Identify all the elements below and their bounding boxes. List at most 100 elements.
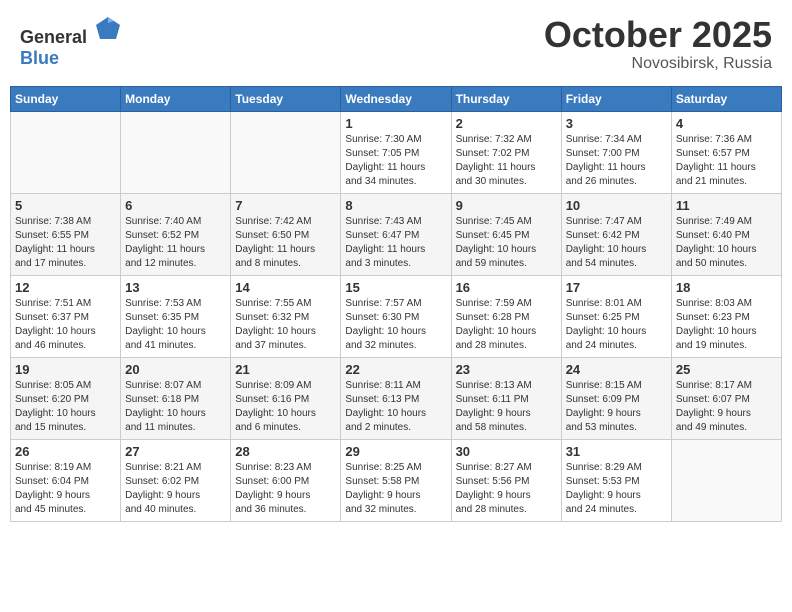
calendar-cell: 23 Sunrise: 8:13 AM Sunset: 6:11 PM Dayli… [451,357,561,439]
calendar-cell: 29 Sunrise: 8:25 AM Sunset: 5:58 PM Dayli… [341,439,451,521]
logo: General Blue [20,15,122,69]
day-info: Sunrise: 8:21 AM Sunset: 6:02 PM Dayligh… [125,461,226,517]
calendar-cell: 15Sunrise: 7:57 AM Sunset: 6:30 PM Dayli… [341,275,451,357]
calendar-cell [231,111,341,193]
weekday-header-tuesday: Tuesday [231,86,341,111]
day-info: Sunrise: 8:19 AM Sunset: 6:04 PM Dayligh… [15,461,116,517]
weekday-header-thursday: Thursday [451,86,561,111]
day-info: Sunrise: 8:03 AM Sunset: 6:23 PM Dayligh… [676,297,777,353]
calendar-cell: 10 Sunrise: 7:47 AM Sunset: 6:42 PM Dayli… [561,193,671,275]
location-title: Novosibirsk, Russia [544,55,772,73]
day-number: 30 [456,444,557,459]
calendar-table: SundayMondayTuesdayWednesdayThursdayFrid… [10,86,782,522]
day-info: Sunrise: 8:29 AM Sunset: 5:53 PM Dayligh… [566,461,667,517]
logo-icon [94,15,122,43]
day-number: 23 [456,362,557,377]
calendar-cell: 21Sunrise: 8:09 AM Sunset: 6:16 PM Dayli… [231,357,341,439]
day-number: 4 [676,116,777,131]
calendar-cell: 22 Sunrise: 8:11 AM Sunset: 6:13 PM Dayli… [341,357,451,439]
day-info: Sunrise: 7:59 AM Sunset: 6:28 PM Dayligh… [456,297,557,353]
calendar-cell: 30 Sunrise: 8:27 AM Sunset: 5:56 PM Dayli… [451,439,561,521]
day-info: Sunrise: 7:57 AM Sunset: 6:30 PM Dayligh… [345,297,446,353]
day-info: Sunrise: 7:30 AM Sunset: 7:05 PM Dayligh… [345,133,446,189]
day-info: Sunrise: 7:38 AM Sunset: 6:55 PM Dayligh… [15,215,116,271]
calendar-cell: 12 Sunrise: 7:51 AM Sunset: 6:37 PM Dayli… [11,275,121,357]
day-info: Sunrise: 8:11 AM Sunset: 6:13 PM Dayligh… [345,379,446,435]
logo-general: General [20,27,87,47]
day-info: Sunrise: 7:49 AM Sunset: 6:40 PM Dayligh… [676,215,777,271]
calendar-cell: 8 Sunrise: 7:43 AM Sunset: 6:47 PM Daylig… [341,193,451,275]
day-number: 19 [15,362,116,377]
calendar-week-5: 26 Sunrise: 8:19 AM Sunset: 6:04 PM Dayli… [11,439,782,521]
calendar-cell: 18 Sunrise: 8:03 AM Sunset: 6:23 PM Dayli… [671,275,781,357]
day-number: 8 [345,198,446,213]
day-info: Sunrise: 7:51 AM Sunset: 6:37 PM Dayligh… [15,297,116,353]
calendar-cell: 13Sunrise: 7:53 AM Sunset: 6:35 PM Dayli… [121,275,231,357]
day-number: 17 [566,280,667,295]
calendar-cell: 9 Sunrise: 7:45 AM Sunset: 6:45 PM Daylig… [451,193,561,275]
day-number: 31 [566,444,667,459]
day-number: 20 [125,362,226,377]
day-number: 5 [15,198,116,213]
day-info: Sunrise: 8:05 AM Sunset: 6:20 PM Dayligh… [15,379,116,435]
day-info: Sunrise: 8:15 AM Sunset: 6:09 PM Dayligh… [566,379,667,435]
weekday-header-monday: Monday [121,86,231,111]
calendar-cell [11,111,121,193]
day-info: Sunrise: 8:17 AM Sunset: 6:07 PM Dayligh… [676,379,777,435]
day-info: Sunrise: 8:07 AM Sunset: 6:18 PM Dayligh… [125,379,226,435]
day-info: Sunrise: 8:23 AM Sunset: 6:00 PM Dayligh… [235,461,336,517]
calendar-cell: 11 Sunrise: 7:49 AM Sunset: 6:40 PM Dayli… [671,193,781,275]
calendar-cell: 26 Sunrise: 8:19 AM Sunset: 6:04 PM Dayli… [11,439,121,521]
calendar-week-4: 19 Sunrise: 8:05 AM Sunset: 6:20 PM Dayli… [11,357,782,439]
calendar-cell: 17 Sunrise: 8:01 AM Sunset: 6:25 PM Dayli… [561,275,671,357]
calendar-cell: 1 Sunrise: 7:30 AM Sunset: 7:05 PM Daylig… [341,111,451,193]
day-info: Sunrise: 7:42 AM Sunset: 6:50 PM Dayligh… [235,215,336,271]
calendar-cell: 7 Sunrise: 7:42 AM Sunset: 6:50 PM Daylig… [231,193,341,275]
month-title: October 2025 [544,15,772,55]
day-info: Sunrise: 7:40 AM Sunset: 6:52 PM Dayligh… [125,215,226,271]
day-number: 1 [345,116,446,131]
day-info: Sunrise: 7:43 AM Sunset: 6:47 PM Dayligh… [345,215,446,271]
day-info: Sunrise: 7:45 AM Sunset: 6:45 PM Dayligh… [456,215,557,271]
calendar-cell: 5 Sunrise: 7:38 AM Sunset: 6:55 PM Daylig… [11,193,121,275]
calendar-cell: 4Sunrise: 7:36 AM Sunset: 6:57 PM Daylig… [671,111,781,193]
day-number: 16 [456,280,557,295]
day-number: 6 [125,198,226,213]
calendar-cell: 16 Sunrise: 7:59 AM Sunset: 6:28 PM Dayli… [451,275,561,357]
day-info: Sunrise: 8:01 AM Sunset: 6:25 PM Dayligh… [566,297,667,353]
day-number: 29 [345,444,446,459]
day-number: 9 [456,198,557,213]
day-info: Sunrise: 8:27 AM Sunset: 5:56 PM Dayligh… [456,461,557,517]
day-number: 12 [15,280,116,295]
calendar-week-1: 1 Sunrise: 7:30 AM Sunset: 7:05 PM Daylig… [11,111,782,193]
logo-blue: Blue [20,48,59,68]
day-number: 14 [235,280,336,295]
calendar-cell: 24Sunrise: 8:15 AM Sunset: 6:09 PM Dayli… [561,357,671,439]
calendar-cell: 2Sunrise: 7:32 AM Sunset: 7:02 PM Daylig… [451,111,561,193]
day-info: Sunrise: 7:47 AM Sunset: 6:42 PM Dayligh… [566,215,667,271]
calendar-week-2: 5 Sunrise: 7:38 AM Sunset: 6:55 PM Daylig… [11,193,782,275]
day-number: 11 [676,198,777,213]
calendar-cell [671,439,781,521]
calendar-cell: 20 Sunrise: 8:07 AM Sunset: 6:18 PM Dayli… [121,357,231,439]
day-number: 18 [676,280,777,295]
day-number: 22 [345,362,446,377]
title-block: October 2025 Novosibirsk, Russia [544,15,772,73]
weekday-header-friday: Friday [561,86,671,111]
day-number: 28 [235,444,336,459]
day-info: Sunrise: 8:13 AM Sunset: 6:11 PM Dayligh… [456,379,557,435]
day-number: 13 [125,280,226,295]
calendar-cell: 6 Sunrise: 7:40 AM Sunset: 6:52 PM Daylig… [121,193,231,275]
day-number: 25 [676,362,777,377]
day-info: Sunrise: 7:32 AM Sunset: 7:02 PM Dayligh… [456,133,557,189]
day-info: Sunrise: 8:25 AM Sunset: 5:58 PM Dayligh… [345,461,446,517]
day-info: Sunrise: 7:55 AM Sunset: 6:32 PM Dayligh… [235,297,336,353]
day-number: 10 [566,198,667,213]
calendar-cell: 27Sunrise: 8:21 AM Sunset: 6:02 PM Dayli… [121,439,231,521]
logo-text: General Blue [20,15,122,69]
day-number: 7 [235,198,336,213]
calendar-cell: 14 Sunrise: 7:55 AM Sunset: 6:32 PM Dayli… [231,275,341,357]
day-number: 26 [15,444,116,459]
weekday-header-row: SundayMondayTuesdayWednesdayThursdayFrid… [11,86,782,111]
day-info: Sunrise: 8:09 AM Sunset: 6:16 PM Dayligh… [235,379,336,435]
